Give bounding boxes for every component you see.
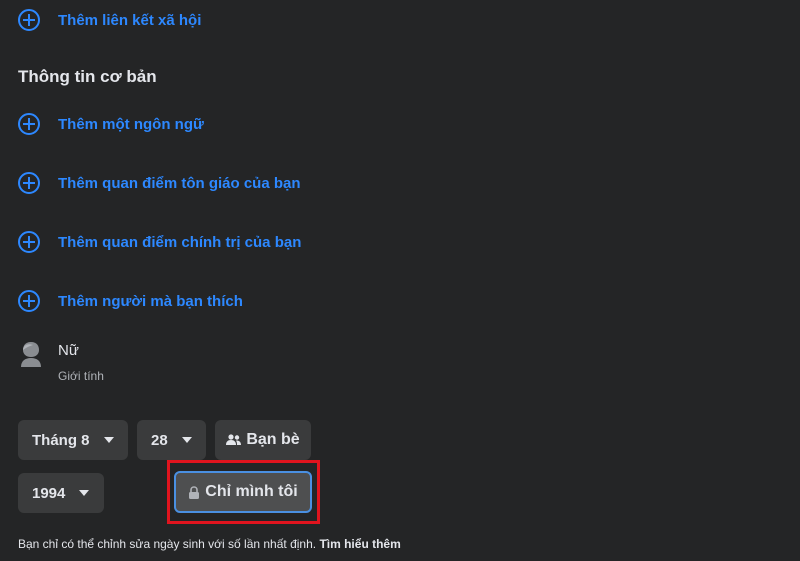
- add-interested-in[interactable]: Thêm người mà bạn thích: [18, 290, 243, 312]
- plus-circle-icon: [18, 172, 40, 194]
- add-political-views-label: Thêm quan điểm chính trị của bạn: [58, 233, 302, 251]
- birthday-edit-note: Bạn chỉ có thể chỉnh sửa ngày sinh với s…: [18, 537, 401, 551]
- add-religious-views-label: Thêm quan điểm tôn giáo của bạn: [58, 174, 301, 192]
- birthday-edit-note-text: Bạn chỉ có thể chỉnh sửa ngày sinh với s…: [18, 537, 317, 551]
- birth-day-dropdown[interactable]: 28: [137, 420, 206, 460]
- add-language-label: Thêm một ngôn ngữ: [58, 115, 204, 133]
- gender-label: Giới tính: [58, 369, 104, 383]
- gender-icon: [21, 342, 41, 367]
- caret-down-icon: [103, 437, 114, 443]
- learn-more-link[interactable]: Tìm hiểu thêm: [319, 537, 400, 551]
- birth-year-audience-label: Chỉ mình tôi: [205, 483, 298, 500]
- add-language[interactable]: Thêm một ngôn ngữ: [18, 113, 204, 135]
- birthday-audience-button[interactable]: Bạn bè: [215, 420, 311, 460]
- birthday-audience-label: Bạn bè: [246, 431, 300, 448]
- birth-year-value: 1994: [32, 484, 66, 502]
- gender-value: Nữ: [58, 342, 79, 359]
- section-title-basic-info: Thông tin cơ bản: [18, 67, 157, 86]
- caret-down-icon: [181, 437, 192, 443]
- birth-month-dropdown[interactable]: Tháng 8: [18, 420, 128, 460]
- plus-circle-icon: [18, 290, 40, 312]
- caret-down-icon: [79, 490, 90, 496]
- friends-icon: [226, 434, 242, 445]
- birth-month-value: Tháng 8: [32, 431, 90, 449]
- add-social-link-label: Thêm liên kết xã hội: [58, 11, 202, 29]
- add-social-link[interactable]: Thêm liên kết xã hội: [18, 9, 201, 31]
- plus-circle-icon: [18, 113, 40, 135]
- birth-year-dropdown[interactable]: 1994: [18, 473, 104, 513]
- add-interested-in-label: Thêm người mà bạn thích: [58, 292, 243, 310]
- plus-circle-icon: [18, 9, 40, 31]
- birth-year-audience-button[interactable]: Chỉ mình tôi: [174, 471, 312, 513]
- add-political-views[interactable]: Thêm quan điểm chính trị của bạn: [18, 231, 301, 253]
- birth-day-value: 28: [151, 431, 168, 449]
- lock-icon: [189, 485, 200, 499]
- plus-circle-icon: [18, 231, 40, 253]
- add-religious-views[interactable]: Thêm quan điểm tôn giáo của bạn: [18, 172, 301, 194]
